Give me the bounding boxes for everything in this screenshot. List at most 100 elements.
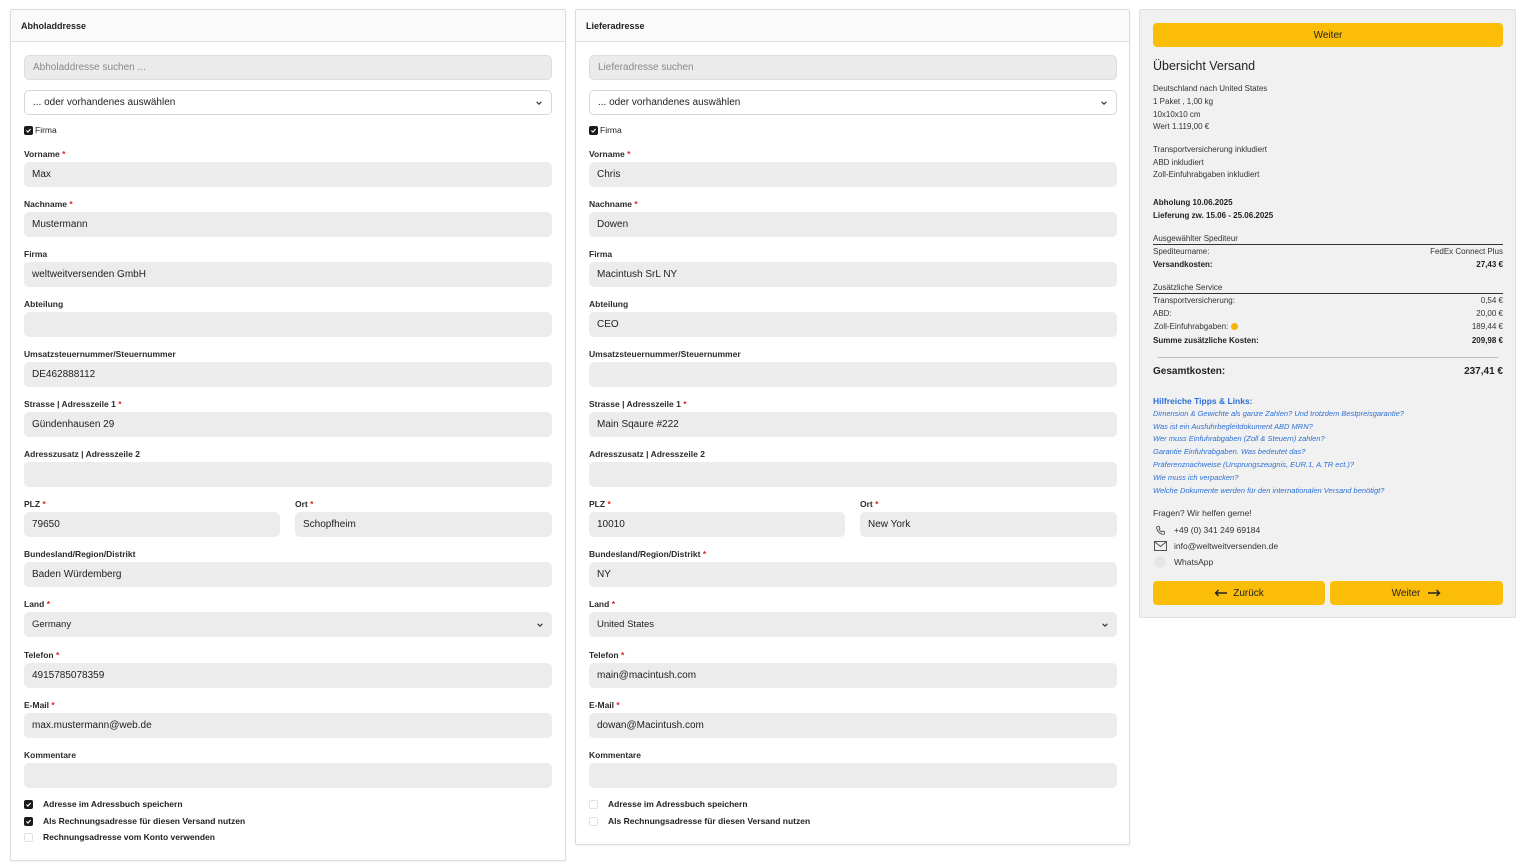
delivery-vorname-input[interactable]: Chris (589, 162, 1117, 187)
pickup-ust-label: Umsatzsteuernummer/Steuernummer (24, 349, 176, 359)
tip-link-preference[interactable]: Präferenznachweise (Ursprungszeugnis, EU… (1153, 460, 1354, 469)
delivery-firma-field-label: Firma (589, 249, 613, 259)
pickup-search-input[interactable]: Abholaddresse suchen ... (24, 55, 552, 80)
pickup-billing-address-checkbox[interactable]: Als Rechnungsadresse für diesen Versand … (24, 816, 245, 826)
delivery-strasse-input[interactable]: Main Sqaure #222 (589, 412, 1117, 437)
checkbox-checked-icon (24, 799, 33, 809)
next-button[interactable]: Weiter (1330, 581, 1503, 605)
carrier-section-heading: Ausgewählter Spediteur (1153, 234, 1503, 245)
pickup-firma-checkbox[interactable]: Firma (24, 125, 57, 135)
pickup-plz-label: PLZ * (24, 499, 46, 509)
summary-pickup-date: Abholung 10.06.2025 (1153, 198, 1233, 207)
summary-title: Übersicht Versand (1153, 59, 1256, 73)
pickup-bundesland-label: Bundesland/Region/Distrikt (24, 549, 136, 559)
tip-link-documents[interactable]: Welche Dokumente werden für den internat… (1153, 486, 1384, 495)
chevron-down-icon (536, 100, 542, 105)
delivery-bundesland-label: Bundesland/Region/Distrikt * (589, 549, 707, 559)
pickup-abteilung-label: Abteilung (24, 299, 64, 309)
pickup-save-address-checkbox[interactable]: Adresse im Adressbuch speichern (24, 799, 183, 809)
carrier-name-row: Speditеurname: FedEx Connect Plus (1153, 247, 1503, 256)
delivery-panel-header: Lieferadresse (576, 10, 1129, 42)
pickup-vorname-input[interactable]: Max (24, 162, 552, 187)
delivery-plz-label: PLZ * (589, 499, 611, 509)
pickup-account-billing-checkbox[interactable]: Rechnungsadresse vom Konto verwenden (24, 832, 215, 842)
pickup-land-select[interactable]: Germany (24, 612, 552, 637)
pickup-vorname-label: Vorname * (24, 149, 66, 159)
pickup-nachname-input[interactable]: Mustermann (24, 212, 552, 237)
pickup-adresszusatz-input[interactable] (24, 462, 552, 487)
delivery-email-label: E-Mail * (589, 700, 620, 710)
delivery-search-input[interactable]: Lieferadresse suchen (589, 55, 1117, 80)
summary-incl-customs: Zoll-Einfuhrabgaben inkludiert (1153, 170, 1260, 179)
arrow-right-icon (1428, 589, 1441, 597)
pickup-search-placeholder: Abholaddresse suchen ... (33, 62, 146, 73)
pickup-address-panel: Abholaddresse Abholaddresse suchen ... .… (10, 9, 566, 861)
abd-row: ABD: 20,00 € (1153, 309, 1503, 318)
delivery-land-select[interactable]: United States (589, 612, 1117, 637)
delivery-email-input[interactable]: dowan@Macintush.com (589, 713, 1117, 738)
pickup-ust-input[interactable]: DE462888112 (24, 362, 552, 387)
insurance-row: Transportversicherung: 0,54 € (1153, 296, 1503, 305)
delivery-telefon-label: Telefon * (589, 650, 625, 660)
delivery-search-placeholder: Lieferadresse suchen (598, 62, 694, 73)
coin-icon (1231, 323, 1239, 331)
delivery-save-address-checkbox[interactable]: Adresse im Adressbuch speichern (589, 799, 748, 809)
delivery-telefon-input[interactable]: main@macintush.com (589, 663, 1117, 688)
pickup-bundesland-input[interactable]: Baden Würdemberg (24, 562, 552, 587)
pickup-firma-field-label: Firma (24, 249, 48, 259)
delivery-firma-checkbox[interactable]: Firma (589, 125, 622, 135)
chevron-down-icon (1101, 100, 1107, 105)
delivery-abteilung-input[interactable]: CEO (589, 312, 1117, 337)
delivery-nachname-input[interactable]: Dowen (589, 212, 1117, 237)
mail-icon (1153, 540, 1167, 552)
tip-link-packing[interactable]: Wie muss ich verpacken? (1153, 473, 1238, 482)
whatsapp-icon (1153, 556, 1167, 568)
tip-link-import-duties[interactable]: Wer muss Einfuhrabgaben (Zoll & Steuern)… (1153, 434, 1325, 443)
delivery-adresszusatz-input[interactable] (589, 462, 1117, 487)
pickup-existing-select-label: ... oder vorhandenes auswählen (33, 97, 176, 108)
next-button-top[interactable]: Weiter (1153, 23, 1503, 47)
pickup-plz-input[interactable]: 79650 (24, 512, 280, 537)
pickup-telefon-label: Telefon * (24, 650, 60, 660)
tip-link-dimensions[interactable]: Dimension & Gewichte als ganze Zahlen? U… (1153, 409, 1404, 418)
delivery-ust-input[interactable] (589, 362, 1117, 387)
delivery-adresszusatz-label: Adresszusatz | Adresszeile 2 (589, 449, 705, 459)
pickup-telefon-input[interactable]: 4915785078359 (24, 663, 552, 688)
delivery-land-label: Land * (589, 599, 615, 609)
delivery-kommentare-label: Kommentare (589, 750, 641, 760)
summary-incl-abd: ABD inkludiert (1153, 158, 1204, 167)
tip-link-abd[interactable]: Was ist ein Ausfuhrbegleitdokument ABD M… (1153, 422, 1313, 431)
pickup-abteilung-input[interactable] (24, 312, 552, 337)
summary-delivery-window: Lieferung zw. 15.06 - 25.06.2025 (1153, 211, 1274, 220)
phone-contact[interactable]: +49 (0) 341 249 69184 (1153, 524, 1260, 536)
checkbox-checked-icon (589, 125, 598, 135)
pickup-nachname-label: Nachname * (24, 199, 73, 209)
email-contact[interactable]: info@weltweitversenden.de (1153, 540, 1278, 552)
arrow-left-icon (1214, 589, 1228, 597)
extra-sum-row: Summe zusätzliche Kosten: 209,98 € (1153, 336, 1503, 345)
pickup-email-label: E-Mail * (24, 700, 55, 710)
delivery-kommentare-input[interactable] (589, 763, 1117, 788)
delivery-ort-input[interactable]: New York (860, 512, 1117, 537)
pickup-kommentare-input[interactable] (24, 763, 552, 788)
pickup-ort-label: Ort * (295, 499, 314, 509)
delivery-bundesland-input[interactable]: NY (589, 562, 1117, 587)
delivery-billing-address-checkbox[interactable]: Als Rechnungsadresse für diesen Versand … (589, 816, 810, 826)
whatsapp-contact[interactable]: WhatsApp (1153, 556, 1213, 568)
tip-link-guarantee[interactable]: Garantie Einfuhrabgaben. Was bedeutet da… (1153, 447, 1305, 456)
back-button[interactable]: Zurück (1153, 581, 1325, 605)
delivery-nachname-label: Nachname * (589, 199, 638, 209)
delivery-plz-input[interactable]: 10010 (589, 512, 845, 537)
pickup-firma-input[interactable]: weltweitversenden GmbH (24, 262, 552, 287)
delivery-existing-select[interactable]: ... oder vorhandenes auswählen (589, 90, 1117, 115)
checkbox-unchecked-icon (589, 816, 598, 826)
delivery-abteilung-label: Abteilung (589, 299, 629, 309)
delivery-strasse-label: Strasse | Adresszeile 1 * (589, 399, 687, 409)
shipping-cost-row: Versandkosten: 27,43 € (1153, 260, 1503, 269)
delivery-firma-input[interactable]: Macintush SrL NY (589, 262, 1117, 287)
pickup-ort-input[interactable]: Schopfheim (295, 512, 552, 537)
summary-incl-insurance: Transportversicherung inkludiert (1153, 145, 1267, 154)
pickup-existing-select[interactable]: ... oder vorhandenes auswählen (24, 90, 552, 115)
pickup-email-input[interactable]: max.mustermann@web.de (24, 713, 552, 738)
pickup-strasse-input[interactable]: Gündenhausen 29 (24, 412, 552, 437)
